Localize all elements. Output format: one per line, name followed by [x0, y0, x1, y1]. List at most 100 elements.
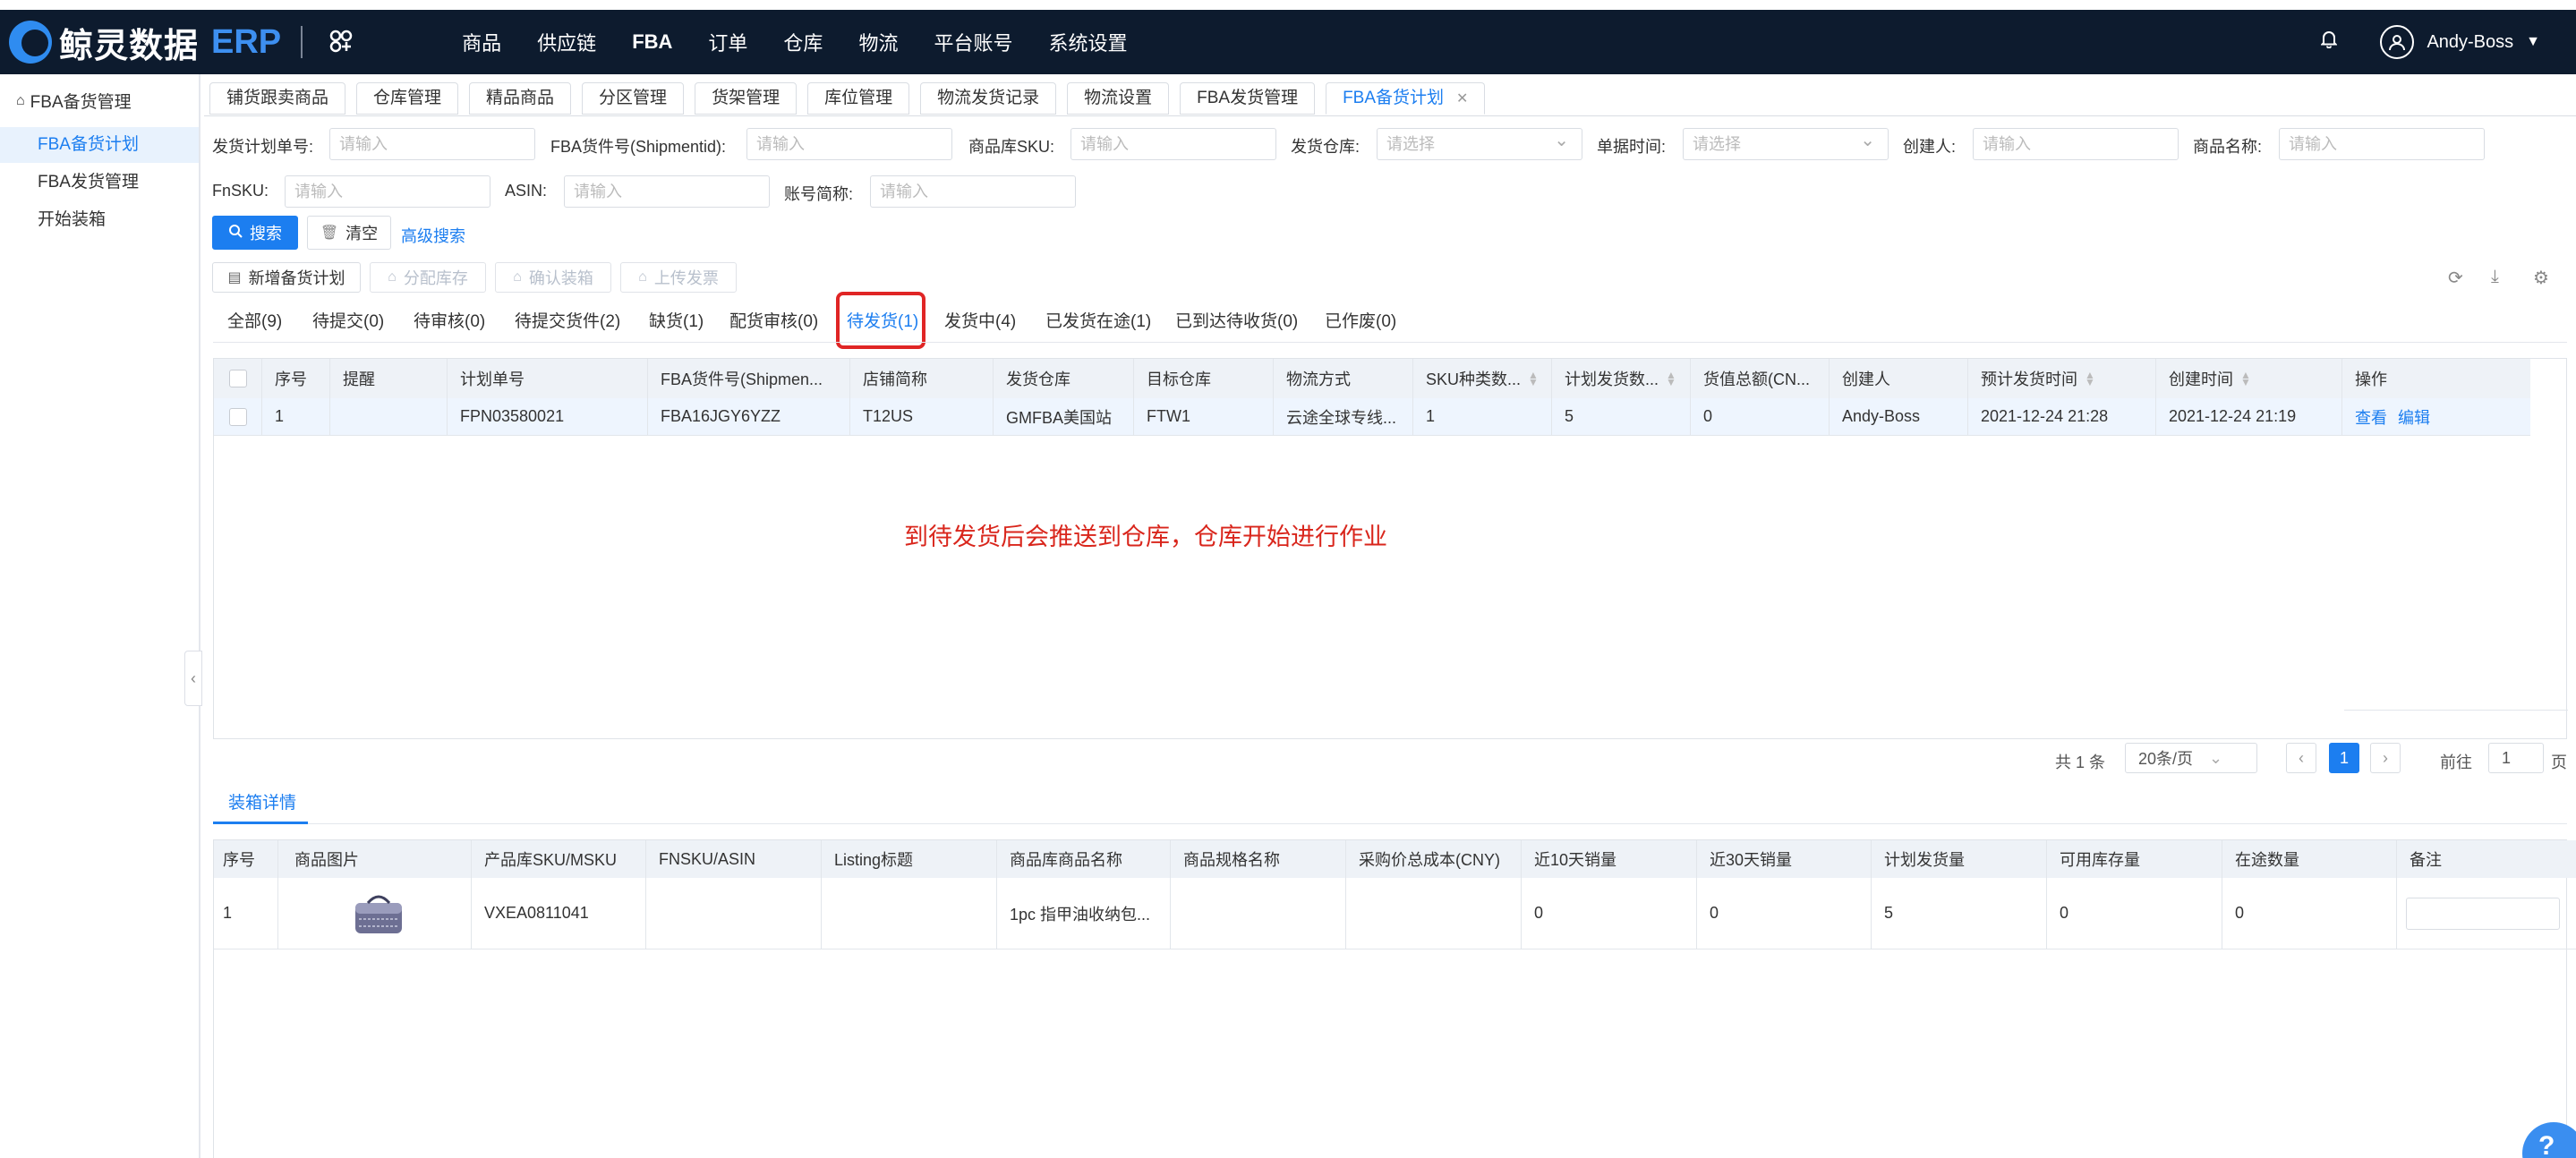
next-page-button[interactable]: › — [2370, 743, 2401, 773]
view-link[interactable]: 查看 — [2355, 405, 2387, 429]
new-plan-button[interactable]: ▤ 新增备货计划 — [212, 262, 361, 293]
advanced-search-link[interactable]: 高级搜索 — [401, 224, 465, 247]
nav-item-orders[interactable]: 订单 — [708, 28, 747, 56]
sidebar-group-label: FBA备货管理 — [30, 93, 132, 112]
remark-input[interactable] — [2406, 897, 2560, 930]
table-row[interactable]: 1 FPN03580021 FBA16JGY6YZZ T12US GMFBA美国… — [214, 398, 2530, 436]
page-size-select[interactable]: 20条/页 ⌄ — [2125, 743, 2257, 773]
bell-icon[interactable] — [2320, 30, 2339, 54]
tab-shelf-mgmt[interactable]: 货架管理 — [695, 82, 798, 115]
sort-icon[interactable]: ▲ ▼ — [2240, 370, 2251, 387]
tab-zone-mgmt[interactable]: 分区管理 — [582, 82, 685, 115]
status-tab-to-submit[interactable]: 待提交(0) — [312, 308, 384, 332]
clear-button[interactable]: 🗑 清空 — [307, 216, 391, 250]
column-header: 在途数量 — [2222, 840, 2397, 878]
download-icon[interactable]: ⤓ — [2491, 267, 2499, 287]
status-tab-all[interactable]: 全部(9) — [227, 308, 282, 332]
search-button[interactable]: 搜索 — [212, 216, 298, 250]
gear-icon[interactable]: ⚙ — [2533, 267, 2549, 289]
tab-fba-plan[interactable]: FBA备货计划 ✕ — [1326, 82, 1486, 115]
fnsku-input[interactable] — [285, 175, 490, 208]
sku-input[interactable] — [1070, 128, 1276, 160]
tab-warehouse-mgmt[interactable]: 仓库管理 — [356, 82, 459, 115]
top-bar: 鲸灵数据 ERP 商品 供应链 FBA 订单 仓库 物流 平台账号 系统设置 A… — [0, 10, 2576, 74]
warehouse-select[interactable]: 请选择 — [1377, 125, 1582, 160]
date-picker[interactable]: 请选择 — [1683, 125, 1889, 160]
sidebar-item-start-packing[interactable]: 开始装箱 — [0, 202, 199, 238]
caret-down-icon[interactable]: ▼ — [2526, 34, 2540, 50]
nav-item-system-settings[interactable]: 系统设置 — [1048, 28, 1127, 56]
tab-fba-plan-label: FBA备货计划 — [1343, 89, 1445, 107]
nav-item-platform-accounts[interactable]: 平台账号 — [934, 28, 1012, 56]
pagination-total: 共 1 条 — [2055, 754, 2106, 771]
column-header-sortable[interactable]: 预计发货时间 ▲ ▼ — [1968, 359, 2156, 398]
status-tab-to-review[interactable]: 待审核(0) — [414, 308, 485, 332]
product-name-input[interactable] — [2279, 128, 2485, 160]
checkbox[interactable] — [228, 370, 247, 387]
page-number[interactable]: 1 — [2329, 743, 2359, 773]
sort-icon[interactable]: ▲ ▼ — [1528, 370, 1539, 387]
asin-input[interactable] — [564, 175, 770, 208]
account-input[interactable] — [870, 175, 1076, 208]
nav-item-supply-chain[interactable]: 供应链 — [537, 28, 596, 56]
status-tab-allocation-review[interactable]: 配货审核(0) — [729, 308, 818, 332]
date-label: 单据时间: — [1597, 138, 1667, 156]
refresh-icon[interactable]: ⟳ — [2448, 267, 2463, 289]
close-icon[interactable]: ✕ — [1456, 91, 1468, 106]
nav-item-products[interactable]: 商品 — [462, 28, 501, 56]
scrollbar-track[interactable] — [2344, 710, 2568, 711]
brand-name: 鲸灵数据 — [59, 27, 200, 65]
plan-no-input[interactable] — [329, 128, 535, 160]
prev-page-button[interactable]: ‹ — [2286, 743, 2316, 773]
nav-item-warehouse[interactable]: 仓库 — [783, 28, 823, 56]
tab-premium-products[interactable]: 精品商品 — [469, 82, 572, 115]
shipment-id-input[interactable] — [746, 128, 952, 160]
document-icon: ▤ — [227, 270, 242, 285]
highlight-box — [836, 292, 925, 349]
sort-icon[interactable]: ▲ ▼ — [1666, 370, 1676, 387]
status-tab-voided[interactable]: 已作废(0) — [1325, 308, 1396, 332]
sidebar-group[interactable]: ⌂ FBA备货管理 — [16, 89, 132, 113]
tab-listing-products[interactable]: 铺货跟卖商品 — [209, 82, 346, 115]
status-tab-in-transit[interactable]: 已发货在途(1) — [1045, 308, 1151, 332]
packing-detail-table: 序号 商品图片 产品库SKU/MSKU FNSKU/ASIN Listing标题… — [213, 839, 2576, 1158]
edit-link[interactable]: 编辑 — [2398, 405, 2430, 429]
sort-icon[interactable]: ▲ ▼ — [2085, 370, 2095, 387]
table-row[interactable]: 1 VXEA0811041 1pc 指甲油收纳包... 0 0 5 0 0 — [214, 878, 2576, 949]
status-tab-out-of-stock[interactable]: 缺货(1) — [649, 308, 704, 332]
tab-fba-shipment[interactable]: FBA发货管理 — [1180, 82, 1316, 115]
tab-packing-details[interactable]: 装箱详情 — [228, 789, 296, 813]
allocate-stock-button[interactable]: ⌂ 分配库存 — [370, 262, 486, 293]
creator-input[interactable] — [1973, 128, 2179, 160]
product-image[interactable] — [352, 890, 405, 937]
nav-item-fba[interactable]: FBA — [632, 30, 672, 54]
column-header: 采购价总成本(CNY) — [1346, 840, 1522, 878]
status-tab-arrived[interactable]: 已到达待收货(0) — [1175, 308, 1298, 332]
goto-input[interactable]: 1 — [2488, 743, 2544, 773]
tab-shipping-records[interactable]: 物流发货记录 — [920, 82, 1057, 115]
checkbox[interactable] — [228, 407, 247, 426]
main-nav: 商品 供应链 FBA 订单 仓库 物流 平台账号 系统设置 — [462, 10, 1163, 74]
confirm-packing-button[interactable]: ⌂ 确认装箱 — [495, 262, 611, 293]
column-header-sortable[interactable]: 创建时间 ▲ ▼ — [2156, 359, 2342, 398]
row-select[interactable] — [214, 398, 262, 436]
page-size-value: 20条/页 — [2138, 750, 2194, 768]
apps-icon[interactable] — [328, 29, 354, 55]
sidebar-item-fba-plan[interactable]: FBA备货计划 — [0, 127, 199, 163]
status-tab-shipping[interactable]: 发货中(4) — [944, 308, 1016, 332]
logo[interactable]: 鲸灵数据 ERP — [9, 10, 281, 74]
column-header-sortable[interactable]: 计划发货数... ▲ ▼ — [1552, 359, 1691, 398]
tab-logistics-settings[interactable]: 物流设置 — [1067, 82, 1170, 115]
avatar[interactable] — [2380, 25, 2415, 59]
whale-logo-icon — [9, 21, 52, 64]
column-header-sortable[interactable]: SKU种类数... ▲ ▼ — [1413, 359, 1552, 398]
user-name[interactable]: Andy-Boss — [2427, 32, 2513, 53]
tab-location-mgmt[interactable]: 库位管理 — [807, 82, 910, 115]
header-select-all[interactable] — [214, 359, 262, 398]
nav-item-logistics[interactable]: 物流 — [858, 28, 898, 56]
upload-invoice-button[interactable]: ⌂ 上传发票 — [620, 262, 737, 293]
column-header: 备注 — [2410, 851, 2442, 869]
sidebar-collapse-button[interactable]: ‹ — [184, 651, 202, 706]
sidebar-item-fba-shipment[interactable]: FBA发货管理 — [0, 165, 199, 200]
status-tab-to-submit-shipment[interactable]: 待提交货件(2) — [515, 308, 620, 332]
